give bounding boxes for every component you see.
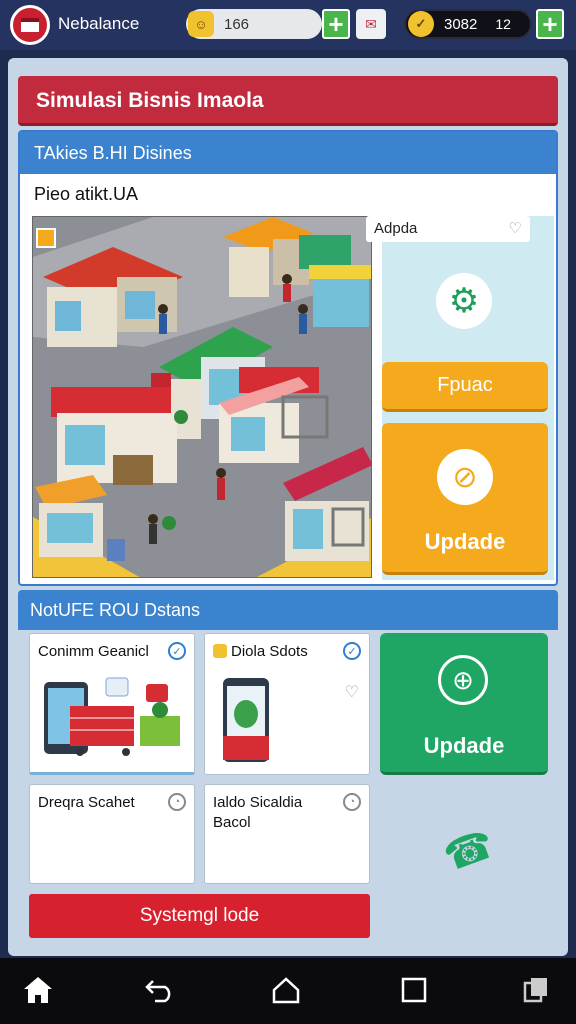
coins-value: 3082	[444, 15, 478, 33]
system-nav-bar	[0, 958, 576, 1024]
update-button-orange[interactable]: ⊘ Updade	[382, 423, 548, 575]
top-bar: Nebalance ☺ 166 + ✉ ✓ 3082 12 +	[0, 0, 576, 50]
card-title: Dreqra Scahet	[38, 794, 135, 811]
page-title: Simulasi Bisnis Imaola	[36, 89, 264, 112]
coin-icon: ✓	[408, 11, 434, 37]
recents-home-icon[interactable]	[268, 972, 304, 1008]
badge-icon	[213, 644, 227, 658]
home-icon[interactable]	[20, 972, 56, 1008]
coins-secondary: 12	[495, 16, 511, 32]
screenshot-icon[interactable]	[518, 972, 554, 1008]
check-icon[interactable]: ✓	[343, 642, 361, 660]
clock-icon[interactable]: ◔	[168, 793, 186, 811]
city-scene-image[interactable]	[32, 216, 372, 578]
orange-button-label: Fpuac	[437, 374, 493, 396]
plus-icon: +	[542, 8, 558, 39]
product-card[interactable]: Conimm Geanicl ✓	[29, 633, 195, 775]
no-phone-icon: ⊘	[437, 449, 493, 505]
side-card-label: Adpda	[374, 220, 418, 237]
gear-icon[interactable]: ⚙	[436, 273, 492, 329]
product-card[interactable]: Ialdo Sicaldia Bacol ◔	[204, 784, 370, 884]
section2-heading: NotUFE ROU Dstans	[30, 600, 201, 620]
side-card[interactable]: Adpda ♡	[366, 216, 530, 242]
recents-icon[interactable]	[396, 972, 432, 1008]
globe-icon: ⊕	[438, 655, 488, 705]
update-button-green-label: Updade	[423, 733, 505, 758]
shopping-cart-illustration	[44, 677, 180, 756]
coin-counter: ✓ 3082 12	[404, 9, 532, 39]
panel-heading: TAkies B.HI Disines	[34, 143, 192, 163]
product-card[interactable]: Diola Sdots ✓ ♡	[204, 633, 370, 775]
update-button-green[interactable]: ⊕ Updade	[380, 633, 548, 775]
add-energy-button[interactable]: +	[322, 9, 350, 39]
title-banner: Simulasi Bisnis Imaola	[18, 76, 558, 126]
system-mode-button[interactable]: Systemgl lode	[29, 894, 370, 938]
product-card[interactable]: Dreqra Scahet ◔	[29, 784, 195, 884]
orange-button[interactable]: Fpuac	[382, 362, 548, 412]
logo-icon[interactable]	[10, 5, 50, 45]
check-icon[interactable]: ✓	[168, 642, 186, 660]
clock-icon[interactable]: ◔	[343, 793, 361, 811]
city-scene-svg	[33, 217, 371, 577]
plus-icon: +	[328, 8, 344, 39]
system-mode-label: Systemgl lode	[139, 905, 260, 926]
app-name: Nebalance	[58, 14, 140, 33]
section2-header: NotUFE ROU Dstans	[18, 590, 558, 630]
energy-icon: ☺	[188, 11, 214, 37]
energy-value: 166	[224, 15, 250, 33]
heart-icon[interactable]: ♡	[509, 219, 522, 237]
add-coins-button[interactable]: +	[536, 9, 564, 39]
panel-header: TAkies B.HI Disines	[20, 132, 556, 174]
panel-subheading: Pieo atikt.UA	[34, 184, 139, 204]
mail-icon[interactable]: ✉	[356, 9, 386, 39]
card-title: Ialdo Sicaldia Bacol	[213, 794, 303, 831]
energy-counter: ☺ 166	[186, 9, 322, 39]
update-button-orange-label: Updade	[424, 529, 506, 554]
back-icon[interactable]	[142, 972, 178, 1008]
phone-plant-illustration	[223, 678, 269, 762]
card-title: Diola Sdots	[231, 643, 308, 660]
card-title: Conimm Geanicl	[38, 643, 149, 660]
